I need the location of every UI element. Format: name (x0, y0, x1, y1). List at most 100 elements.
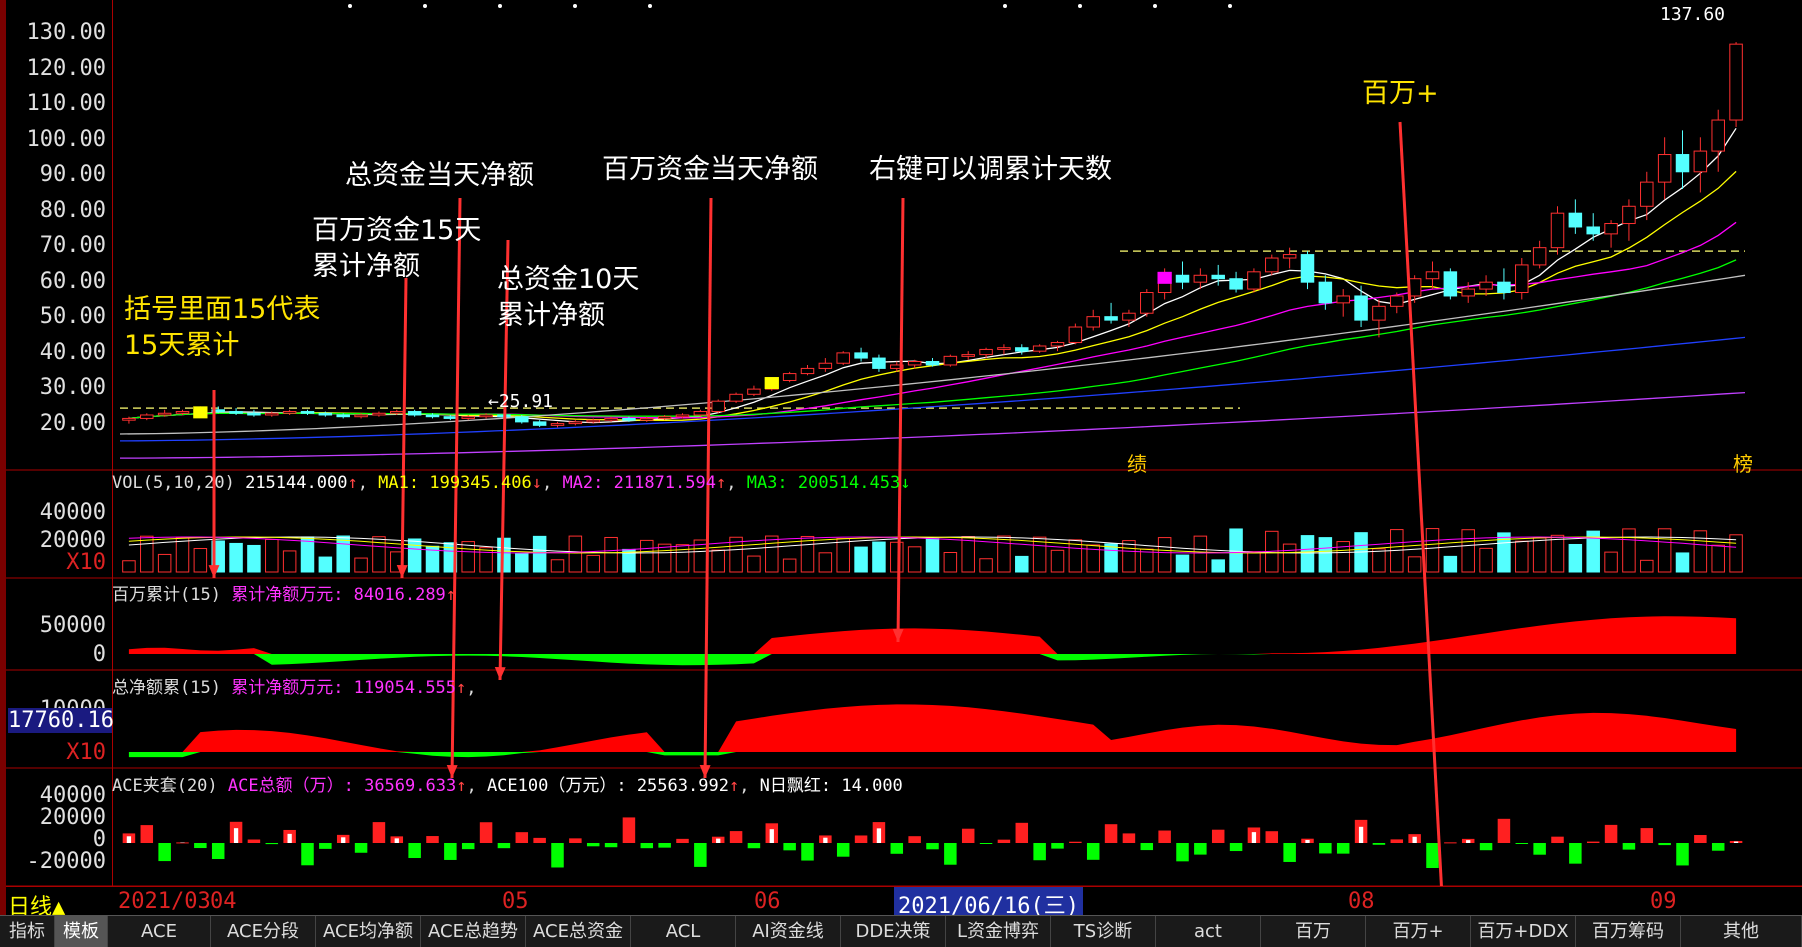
date-label-08: 08 (1348, 889, 1375, 914)
tab-4[interactable]: ACE分段 (211, 916, 316, 947)
tab-5[interactable]: ACE均净额 (316, 916, 421, 947)
top-marker-dot (1153, 4, 1157, 8)
tab-16[interactable]: 百万+DDX (1471, 916, 1576, 947)
ace-inner-bar (1359, 827, 1363, 843)
tab-6[interactable]: ACE总趋势 (421, 916, 526, 947)
volume-bar (1676, 553, 1689, 572)
volume-bar (1641, 560, 1654, 572)
volume-bar (1373, 549, 1386, 572)
volume-bar (1533, 538, 1546, 572)
tab-15[interactable]: 百万+ (1366, 916, 1471, 947)
ace-bar (1194, 843, 1207, 855)
tab-3[interactable]: ACE (108, 916, 211, 947)
ranking-marker[interactable]: 榜 (1733, 448, 1753, 477)
volume-bar (1426, 529, 1439, 572)
ace-bar (641, 843, 654, 848)
candle-body (301, 412, 314, 414)
ace-bar (462, 843, 475, 849)
highlight-candle (193, 406, 207, 418)
tab-8[interactable]: ACL (631, 916, 736, 947)
annotation-right-click: 右键可以调累计天数 (869, 152, 1112, 188)
ace-inner-bar (1252, 832, 1256, 843)
ace-bar (1266, 831, 1279, 843)
tab-2[interactable]: 模板 (55, 916, 108, 947)
volume-bar (873, 542, 886, 572)
ace-bar (1176, 843, 1189, 861)
tab-18[interactable]: 其他 (1681, 916, 1802, 947)
ace-bar (1373, 843, 1386, 845)
tab-14[interactable]: 百万 (1261, 916, 1366, 947)
price-low-label: ←25.91 (488, 391, 553, 412)
volume-bar (980, 559, 993, 572)
ace-bar (533, 838, 546, 843)
ace-bar (801, 843, 814, 861)
candle-body (944, 356, 957, 365)
volume-bar (783, 559, 796, 572)
volume-bar (230, 543, 243, 572)
price-tick: 70.00 (10, 233, 106, 258)
volume-bar (337, 536, 350, 572)
annotation-million-15day-line1: 百万资金15天 (312, 213, 481, 249)
annotation-arrow-5 (898, 198, 903, 642)
price-tick: 20.00 (10, 411, 106, 436)
candle-body (516, 417, 529, 422)
candle-body (1605, 224, 1618, 234)
date-label-2021-03: 2021/03 (118, 889, 211, 914)
tab-12[interactable]: TS诊断 (1051, 916, 1156, 947)
candle-body (1569, 213, 1582, 227)
price-tick: 40.00 (10, 340, 106, 365)
volume-bar (587, 555, 600, 572)
volume-bar (123, 561, 136, 572)
ace-inner-bar (823, 838, 827, 843)
tab-10[interactable]: DDE决策 (841, 916, 946, 947)
annotation-arrowhead-3 (495, 667, 506, 680)
ace-bar (1158, 831, 1171, 843)
volume-bar (301, 537, 314, 572)
volume-bar (1569, 544, 1582, 572)
ace-bar (837, 843, 850, 857)
tab-17[interactable]: 百万筹码 (1576, 916, 1681, 947)
ace-bar (1712, 843, 1725, 851)
price-tick: 90.00 (10, 162, 106, 187)
earnings-marker[interactable]: 绩 (1127, 448, 1147, 477)
ace-bar (158, 843, 171, 861)
annotation-million-plus: 百万+ (1362, 76, 1439, 112)
candle-body (587, 420, 600, 422)
ace-bar (373, 822, 386, 843)
vol-title-row: VOL(5,10,20) 215144.000↑, MA1: 199345.40… (112, 473, 910, 493)
ace-bar (658, 843, 671, 848)
ace-bar (1069, 842, 1082, 843)
volume-bar (1176, 555, 1189, 572)
candle-body (1498, 282, 1511, 292)
candle-body (998, 348, 1011, 350)
ace-bar (605, 843, 618, 847)
ace-bar (1676, 843, 1689, 865)
volume-bar (1658, 529, 1671, 572)
volume-bar (962, 537, 975, 572)
tab-1[interactable]: 指标 (0, 916, 55, 947)
ace-inner-bar (288, 834, 292, 843)
ace-bar (1033, 843, 1046, 860)
volume-bar (891, 542, 904, 572)
candle-body (1051, 343, 1064, 346)
ace-bar (730, 831, 743, 843)
tab-11[interactable]: L资金博弈 (946, 916, 1051, 947)
volume-bar (998, 536, 1011, 572)
annotation-arrow-1 (402, 278, 406, 578)
ace-bar (141, 825, 154, 843)
candle-body (1248, 272, 1261, 289)
candle-body (1712, 120, 1725, 151)
price-high-label: 137.60 (1660, 4, 1725, 25)
p4-current-value: 17760.16 (8, 708, 112, 733)
top-marker-dot (423, 4, 427, 8)
price-tick: 80.00 (10, 198, 106, 223)
candle-body (837, 353, 850, 363)
volume-bar (266, 539, 279, 572)
tab-7[interactable]: ACE总资金 (526, 916, 631, 947)
ace-bar (1141, 843, 1154, 850)
candle-body (1087, 317, 1100, 327)
candle-body (926, 362, 939, 365)
price-tick: 120.00 (10, 56, 106, 81)
tab-13[interactable]: act (1156, 916, 1261, 947)
tab-9[interactable]: AI资金线 (736, 916, 841, 947)
